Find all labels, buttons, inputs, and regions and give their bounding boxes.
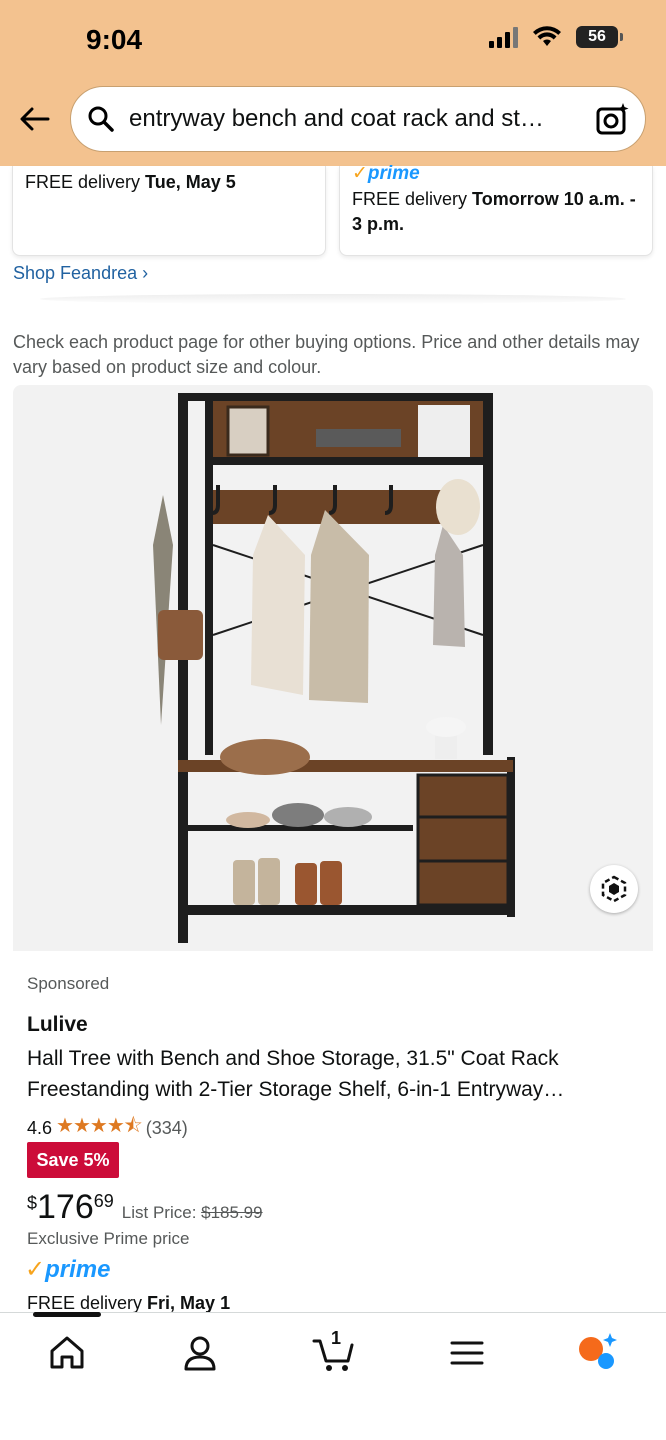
menu-icon[interactable]: [447, 1333, 487, 1373]
product-title[interactable]: Hall Tree with Bench and Shoe Storage, 3…: [27, 1043, 627, 1105]
battery-icon: 56: [576, 26, 623, 48]
prime-logo: ✓prime: [25, 1256, 111, 1283]
hall-tree-illustration: [153, 393, 515, 943]
rufus-assistant-icon[interactable]: [575, 1329, 621, 1375]
result-card-partial-right[interactable]: ✓prime FREE delivery Tomorrow 10 a.m. - …: [339, 163, 653, 256]
delivery-info: FREE delivery Tomorrow 10 a.m. - 3 p.m.: [352, 189, 636, 234]
exclusive-prime-price: Exclusive Prime price: [27, 1229, 190, 1248]
account-icon[interactable]: [180, 1333, 220, 1373]
rating-value: 4.6: [27, 1117, 53, 1138]
review-count: (334): [145, 1117, 188, 1138]
delivery-info: FREE delivery Tue, May 5: [25, 172, 236, 192]
view-in-3d-button[interactable]: [590, 865, 638, 913]
list-price: List Price: $185.99: [121, 1203, 263, 1222]
camera-search-icon[interactable]: [595, 101, 631, 137]
search-icon: [88, 106, 114, 132]
cart-count: 1: [331, 1328, 342, 1348]
prime-logo: ✓prime: [352, 163, 420, 184]
price-fraction: 69: [93, 1191, 114, 1211]
wifi-icon: [533, 26, 561, 46]
shop-brand-link[interactable]: Shop Feandrea ›: [13, 263, 148, 284]
status-icons: 56: [489, 26, 623, 48]
product-image[interactable]: [13, 385, 653, 951]
buying-options-notice: Check each product page for other buying…: [13, 332, 640, 377]
brand-name: Lulive: [27, 1013, 88, 1036]
active-tab-indicator: [33, 1312, 101, 1317]
search-input[interactable]: entryway bench and coat rack and st…: [129, 105, 569, 133]
star-rating-icon: ★★★★⯪: [56, 1115, 143, 1137]
search-bar[interactable]: entryway bench and coat rack and st…: [70, 86, 646, 152]
section-divider: [40, 294, 626, 304]
save-badge: Save 5%: [27, 1142, 119, 1178]
sponsored-label: Sponsored: [27, 974, 110, 993]
status-time: 9:04: [86, 24, 143, 55]
cellular-signal-icon: [489, 26, 518, 48]
home-icon[interactable]: [47, 1333, 87, 1373]
header: 9:04 56 entryway bench and coat rack and…: [0, 0, 666, 166]
rating-row[interactable]: 4.6 ★★★★⯪ (334): [27, 1111, 188, 1145]
price-whole: 176: [37, 1188, 94, 1226]
price: $ 176 69 List Price: $185.99: [27, 1189, 263, 1225]
result-card-partial-left[interactable]: FREE delivery Tue, May 5: [12, 166, 326, 256]
cube-3d-icon: [601, 875, 627, 903]
back-arrow-icon[interactable]: [18, 102, 52, 136]
product-card[interactable]: Sponsored Lulive Hall Tree with Bench an…: [13, 385, 653, 1325]
price-symbol: $: [27, 1193, 38, 1213]
delivery-info: FREE delivery Fri, May 1: [27, 1293, 231, 1313]
